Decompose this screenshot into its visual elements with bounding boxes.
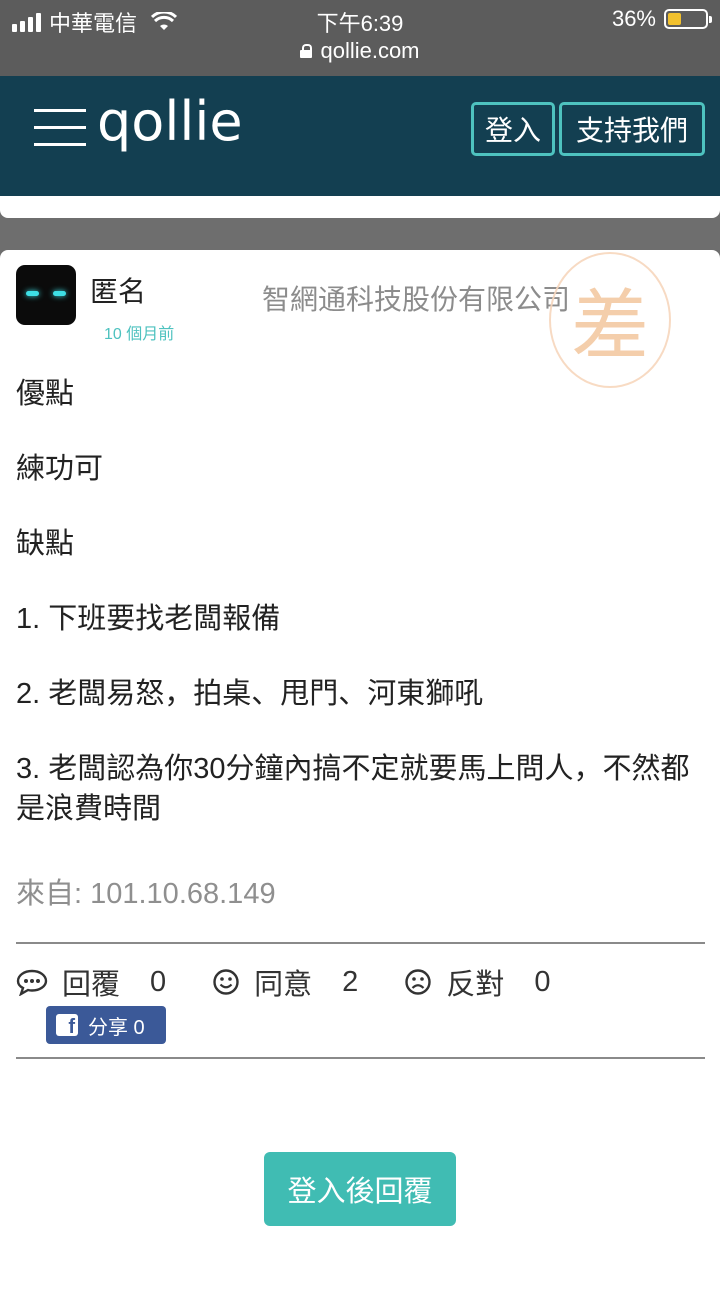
reply-stat[interactable]: 回覆 0 [16, 961, 166, 1003]
company-name[interactable]: 智網通科技股份有限公司 [262, 278, 570, 318]
support-us-button[interactable]: 支持我們 [559, 102, 705, 156]
paragraph: 缺點 [16, 528, 75, 560]
divider [16, 942, 705, 944]
smile-icon [213, 969, 239, 995]
share-label: 分享 0 [88, 1016, 145, 1039]
rating-stamp: 差 [549, 252, 671, 388]
battery-fill [668, 13, 681, 25]
paragraph: 3. 老闆認為你30分鐘內搞不定就要馬上問人，不然都是浪費時間 [16, 753, 690, 825]
battery-icon [664, 9, 712, 29]
site-logo[interactable]: qollie [97, 90, 243, 153]
author-name: 匿名 [90, 276, 147, 307]
disagree-label: 反對 [446, 969, 505, 1001]
header-shadow-strip [0, 196, 720, 218]
address-bar[interactable]: qollie.com [0, 38, 720, 64]
status-right: 36% [611, 6, 712, 32]
reply-label: 回覆 [62, 969, 121, 1001]
login-to-reply-button[interactable]: 登入後回覆 [264, 1152, 456, 1226]
facebook-icon [56, 1014, 78, 1039]
frown-icon [405, 969, 432, 995]
speech-bubble-icon [16, 969, 48, 996]
battery-percent: 36% [611, 6, 656, 31]
avatar [16, 265, 76, 325]
review-card: 匿名 10 個月前 智網通科技股份有限公司 差 優點 練功可 缺點 1. 下班要… [0, 250, 720, 1290]
disagree-stat[interactable]: 反對 0 [404, 961, 550, 1003]
paragraph: 2. 老闆易怒，拍桌、甩門、河東獅吼 [16, 678, 484, 710]
agree-stat[interactable]: 同意 2 [212, 961, 358, 1003]
login-button[interactable]: 登入 [471, 102, 555, 156]
facebook-share-button[interactable]: 分享 0 [46, 1006, 166, 1044]
status-bar: 中華電信 下午6:39 36% qollie.com [0, 0, 720, 76]
paragraph: 練功可 [16, 453, 104, 485]
disagree-count: 0 [534, 965, 551, 998]
source-ip: 來自: 101.10.68.149 [16, 878, 276, 910]
hamburger-menu-icon[interactable] [34, 109, 86, 149]
agree-count: 2 [342, 965, 359, 998]
site-header: qollie 登入 支持我們 [0, 76, 720, 196]
divider [16, 1057, 705, 1059]
post-time: 10 個月前 [104, 326, 175, 343]
reply-count: 0 [150, 965, 167, 998]
review-body: 優點 練功可 缺點 1. 下班要找老闆報備 2. 老闆易怒，拍桌、甩門、河東獅吼… [16, 374, 706, 864]
paragraph: 1. 下班要找老闆報備 [16, 603, 281, 635]
paragraph: 優點 [16, 378, 75, 410]
agree-label: 同意 [254, 969, 313, 1001]
lock-icon [300, 44, 313, 58]
post-stats: 回覆 0 同意 2 反對 0 [16, 962, 550, 1002]
url-text: qollie.com [320, 38, 420, 63]
